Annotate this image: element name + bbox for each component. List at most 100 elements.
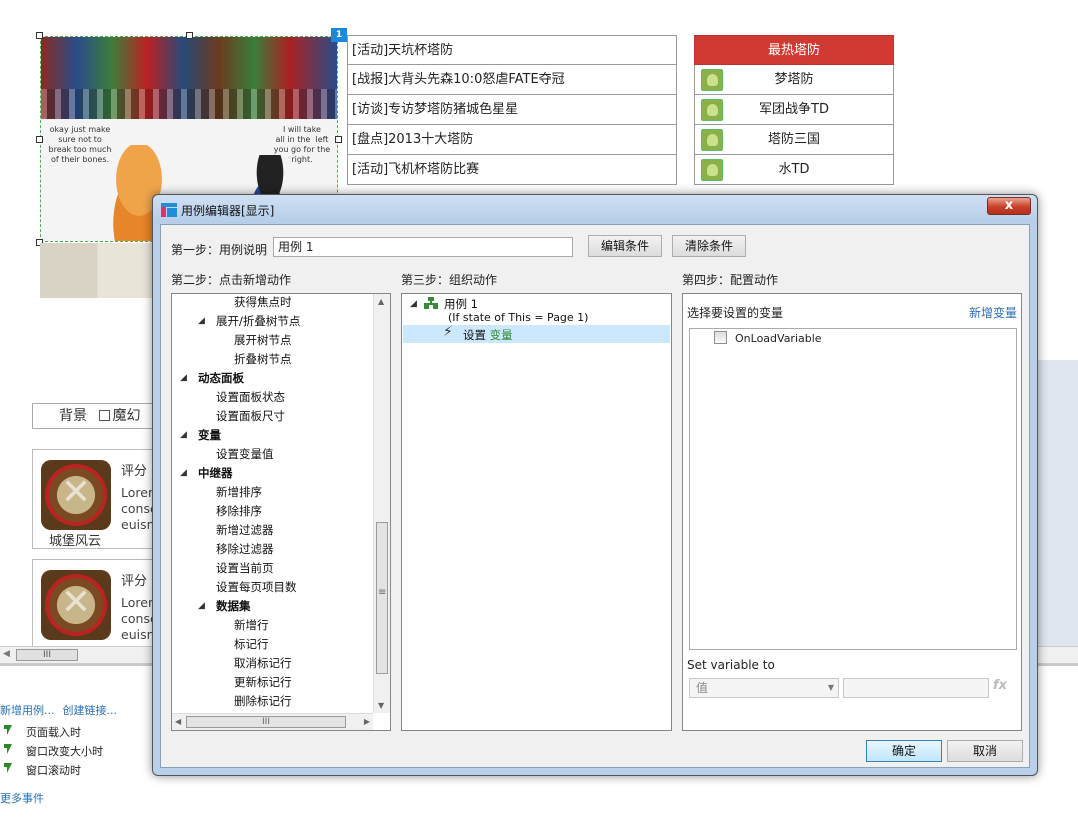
news-item[interactable]: [盘点]2013十大塔防 [347, 125, 677, 155]
hot-game-row[interactable]: 军团战争TD [694, 95, 894, 125]
step3-label: 第三步：组织动作 [401, 273, 498, 287]
action-tree-item[interactable]: 移除过滤器 [216, 541, 274, 557]
hot-game-name: 梦塔防 [774, 72, 814, 87]
game-card[interactable]: 评分 Loren conse euisn 城堡风云 [32, 449, 172, 549]
action-tree-item[interactable]: 折叠树节点 [234, 351, 292, 367]
action-tree-hscroll[interactable]: ◀ III ▶ [172, 713, 373, 730]
event-window-resize[interactable]: 窗口改变大小时 [4, 743, 103, 759]
selection-handle[interactable] [335, 136, 342, 143]
collapse-triangle-icon[interactable]: ◢ [180, 373, 187, 383]
variable-list: OnLoadVariable [689, 328, 1017, 650]
case-description-input[interactable]: 用例 1 [273, 237, 573, 257]
action-tree: 获得焦点时 ◢ 展开/折叠树节点展开树节点折叠树节点 ◢ 动态面板设置面板状态 设置面板尺… [171, 293, 391, 731]
canvas-background-strip [1036, 360, 1078, 650]
value-input[interactable] [843, 678, 989, 698]
hot-game-row[interactable]: 梦塔防 [694, 65, 894, 95]
selection-handle[interactable] [36, 136, 43, 143]
collapse-triangle-icon[interactable]: ◢ [180, 430, 187, 440]
collapse-triangle-icon[interactable]: ◢ [198, 601, 205, 611]
scroll-left-arrow[interactable]: ◀ [3, 649, 10, 659]
thumbnail-strip[interactable] [40, 243, 155, 298]
card-title: 城堡风云 [49, 534, 102, 549]
scroll-left-arrow[interactable]: ◀ [175, 717, 181, 726]
collapse-triangle-icon[interactable]: ◢ [198, 316, 205, 326]
edit-condition-button[interactable]: 编辑条件 [588, 235, 662, 257]
action-tree-item[interactable]: 变量 [198, 427, 221, 443]
value-type-select[interactable]: 值 ▼ [689, 678, 839, 698]
filter-checkbox[interactable] [99, 410, 111, 421]
news-item[interactable]: [活动]飞机杯塔防比赛 [347, 155, 677, 185]
event-label: 窗口滚动时 [26, 764, 81, 777]
dialog-body: 第一步：用例说明 用例 1 编辑条件 清除条件 第二步：点击新增动作 第三步：组… [160, 224, 1030, 768]
dialog-titlebar[interactable]: 用例编辑器[显示] x [153, 195, 1037, 223]
scroll-thumb[interactable] [376, 522, 388, 674]
fx-button[interactable]: fx [993, 678, 1007, 693]
ok-button[interactable]: 确定 [866, 740, 942, 762]
close-button[interactable]: x [987, 197, 1031, 215]
collapse-triangle-icon[interactable]: ◢ [410, 299, 417, 309]
hot-game-row[interactable]: 塔防三国 [694, 125, 894, 155]
create-link-link[interactable]: 创建链接... [63, 704, 118, 717]
action-tree-item[interactable]: 动态面板 [198, 370, 244, 386]
action-tree-item[interactable]: 数据集 [216, 598, 251, 614]
hot-game-row[interactable]: 水TD [694, 155, 894, 185]
selection-handle[interactable] [36, 32, 43, 39]
action-tree-item[interactable]: 新增行 [234, 617, 269, 633]
action-tree-item[interactable]: 标记行 [234, 636, 269, 652]
card-score-label: 评分 [121, 464, 148, 479]
news-item[interactable]: [活动]天坑杯塔防 [347, 35, 677, 65]
action-tree-item[interactable]: 新增过滤器 [216, 522, 274, 538]
action-tree-item[interactable]: 设置每页项目数 [216, 579, 297, 595]
widget-number-badge: 1 [331, 28, 347, 42]
case-condition: (If state of This = Page 1) [448, 311, 589, 324]
add-variable-link[interactable]: 新增变量 [969, 304, 1017, 321]
action-tree-vscroll[interactable]: ▲ ▼ [373, 294, 390, 713]
action-tree-item[interactable]: 更新标记行 [234, 674, 292, 690]
news-item[interactable]: [访谈]专访梦塔防猪城色星星 [347, 95, 677, 125]
action-tree-item[interactable]: 设置当前页 [216, 560, 274, 576]
cursor-event-icon [4, 725, 18, 739]
events-links: 新增用例... 创建链接... [0, 702, 125, 718]
action-tree-item[interactable]: 展开树节点 [234, 332, 292, 348]
variable-item[interactable]: OnLoadVariable [714, 331, 822, 345]
select-variable-label: 选择要设置的变量 [687, 306, 784, 320]
case-tree-icon [424, 297, 438, 309]
action-tree-item[interactable]: 中继器 [198, 465, 233, 481]
action-target: 变量 [489, 328, 513, 342]
cancel-button[interactable]: 取消 [947, 740, 1023, 762]
scroll-up-arrow[interactable]: ▲ [378, 297, 384, 306]
hot-games-title: 最热塔防 [694, 35, 894, 65]
action-tree-item[interactable]: 新增排序 [216, 484, 262, 500]
selected-action-row[interactable]: ⚡ 设置 变量 [403, 324, 670, 343]
news-item[interactable]: [战报]大背头先森10:0怒虐FATE夺冠 [347, 65, 677, 95]
more-events-link[interactable]: 更多事件 [0, 790, 44, 806]
card-score-label: 评分 [121, 574, 148, 589]
scroll-down-arrow[interactable]: ▼ [378, 701, 384, 710]
add-case-link[interactable]: 新增用例... [0, 704, 55, 717]
scroll-right-arrow[interactable]: ▶ [364, 717, 370, 726]
action-tree-item[interactable]: 设置变量值 [216, 446, 274, 462]
action-tree-item[interactable]: 删除标记行 [234, 693, 292, 709]
game-card[interactable]: 评分 Loren conse euisn [32, 559, 172, 659]
event-label: 窗口改变大小时 [26, 745, 103, 758]
action-tree-item[interactable]: 获得焦点时 [234, 294, 292, 310]
action-verb: 设置 [463, 328, 486, 342]
case-name[interactable]: 用例 1 [444, 296, 478, 312]
selection-handle[interactable] [186, 32, 193, 39]
event-window-scroll[interactable]: 窗口滚动时 [4, 762, 81, 778]
filter-label: 背景 [59, 408, 87, 424]
action-tree-item[interactable]: 设置面板尺寸 [216, 408, 285, 424]
action-tree-item[interactable]: 取消标记行 [234, 655, 292, 671]
app-icon [161, 203, 177, 217]
cursor-event-icon [4, 763, 18, 777]
event-page-load[interactable]: 页面载入时 [4, 724, 81, 740]
collapse-triangle-icon[interactable]: ◢ [180, 468, 187, 478]
clear-condition-button[interactable]: 清除条件 [672, 235, 746, 257]
scroll-thumb[interactable]: III [186, 716, 346, 728]
filter-option: 魔幻 [112, 408, 141, 424]
action-tree-item[interactable]: 设置面板状态 [216, 389, 285, 405]
action-tree-item[interactable]: 移除排序 [216, 503, 262, 519]
variable-checkbox[interactable] [714, 331, 727, 344]
action-tree-item[interactable]: 展开/折叠树节点 [216, 313, 300, 329]
scroll-thumb[interactable]: III [16, 649, 78, 661]
